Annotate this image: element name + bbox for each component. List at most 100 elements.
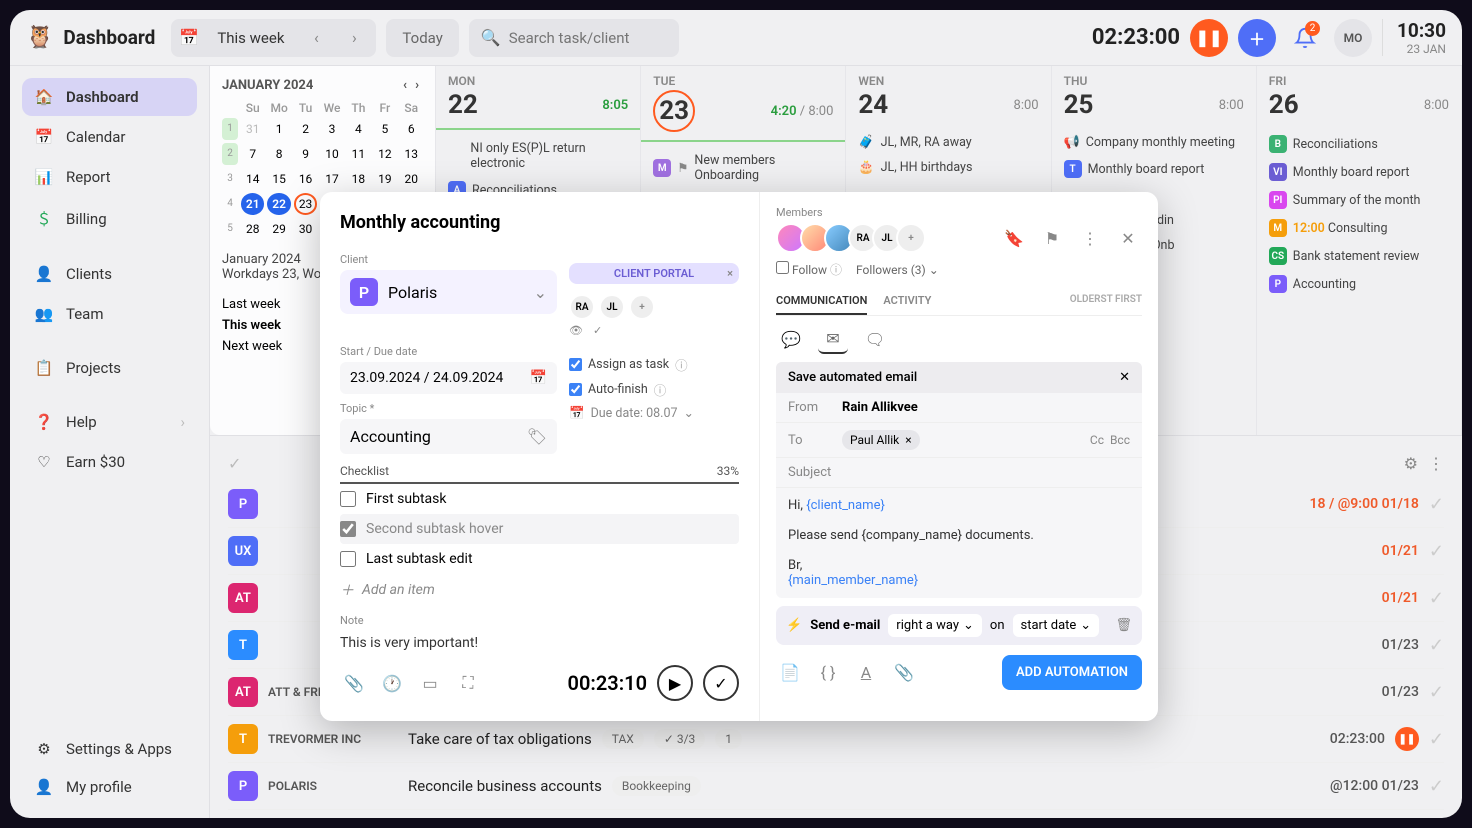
nav-projects[interactable]: 📋Projects — [22, 349, 197, 387]
checklist-item[interactable]: Second subtask hover — [340, 514, 739, 544]
followers-link[interactable]: Followers (3) ⌄ — [856, 263, 939, 277]
search-box[interactable]: 🔍 — [469, 19, 679, 57]
calendar-event[interactable]: NI only ES(P)L return electronic — [444, 138, 632, 174]
calendar-event[interactable]: M12:00 Consulting — [1265, 216, 1453, 240]
calendar-event[interactable]: 🎂JL, HH birthdays — [854, 157, 1042, 178]
search-input[interactable] — [509, 29, 667, 47]
bookmark-icon[interactable]: 🔖 — [1000, 229, 1028, 248]
close-modal-icon[interactable]: ✕ — [1114, 229, 1142, 248]
complete-icon[interactable]: ✓ — [1429, 635, 1444, 656]
complete-icon[interactable]: ✓ — [1429, 494, 1444, 515]
mini-prev[interactable]: ‹ — [399, 78, 411, 93]
date-input[interactable]: 23.09.2024 / 24.09.2024📅 — [340, 362, 557, 394]
calendar-day[interactable]: 9 — [294, 143, 317, 165]
nav-settings[interactable]: ⚙Settings & Apps — [22, 730, 197, 768]
calendar-event[interactable]: BReconciliations — [1265, 132, 1453, 156]
calendar-day[interactable]: 8 — [267, 143, 290, 165]
mini-next[interactable]: › — [411, 78, 423, 93]
calendar-day[interactable]: 12 — [373, 143, 396, 165]
checklist-item[interactable]: First subtask — [340, 484, 739, 514]
calendar-day[interactable]: 20 — [400, 168, 423, 190]
calendar-day[interactable]: 28 — [241, 218, 264, 240]
calendar-event[interactable]: PISummary of the month — [1265, 188, 1453, 212]
cc-link[interactable]: Cc — [1090, 433, 1104, 447]
calendar-day[interactable]: 23 — [294, 193, 317, 215]
calendar-day[interactable]: 22 — [267, 193, 290, 215]
remove-icon[interactable]: × — [905, 433, 911, 447]
nav-dashboard[interactable]: 🏠Dashboard — [22, 78, 197, 116]
add-member-icon[interactable]: + — [896, 223, 926, 253]
delete-icon[interactable]: 🗑 — [1115, 618, 1132, 633]
calendar-day[interactable]: 16 — [294, 168, 317, 190]
chat-icon[interactable]: 🗨 — [860, 324, 890, 354]
date-select[interactable]: start date ⌄ — [1013, 614, 1100, 637]
task-row[interactable]: P POLARIS Reconcile business accounts Bo… — [228, 763, 1444, 810]
recipient-chip[interactable]: Paul Allik× — [842, 430, 920, 450]
label-icon[interactable]: ▭ — [416, 669, 444, 697]
info-icon[interactable]: ⓘ — [654, 380, 667, 399]
check-all-icon[interactable]: ✓ — [228, 454, 241, 473]
complete-icon[interactable]: ✓ — [1429, 682, 1444, 703]
task-row[interactable]: T TREVORMER INC Take care of tax obligat… — [228, 716, 1444, 763]
prev-week-button[interactable]: ‹ — [302, 24, 330, 52]
next-week-button[interactable]: › — [340, 24, 368, 52]
nav-team[interactable]: 👥Team — [22, 295, 197, 333]
check-icon[interactable]: ✓ — [593, 324, 602, 337]
add-automation-button[interactable]: ADD AUTOMATION — [1002, 655, 1142, 690]
calendar-event[interactable]: CSBank statement review — [1265, 244, 1453, 268]
when-select[interactable]: right a way ⌄ — [888, 614, 982, 637]
calendar-day[interactable]: 14 — [241, 168, 264, 190]
notifications-button[interactable]: 2 — [1286, 19, 1324, 57]
calendar-day[interactable]: 2 — [294, 118, 317, 140]
eye-icon[interactable]: 👁 — [569, 324, 583, 337]
calendar-event[interactable]: 🧳JL, MR, RA away — [854, 132, 1042, 153]
topic-select[interactable]: Accounting🏷 — [340, 419, 557, 454]
calendar-day[interactable]: 30 — [294, 218, 317, 240]
info-icon[interactable]: ⓘ — [830, 263, 842, 277]
calendar-day[interactable]: 15 — [267, 168, 290, 190]
auto-finish-checkbox[interactable] — [569, 383, 582, 396]
info-icon[interactable]: ⓘ — [675, 355, 688, 374]
nav-profile[interactable]: 👤My profile — [22, 768, 197, 806]
close-icon[interactable]: × — [727, 267, 733, 280]
calendar-day[interactable]: 17 — [320, 168, 343, 190]
calendar-day[interactable]: 31 — [241, 118, 264, 140]
comment-icon[interactable]: 💬 — [776, 324, 806, 354]
complete-icon[interactable]: ✓ — [1429, 541, 1444, 562]
calendar-day[interactable]: 4 — [347, 118, 370, 140]
add-checklist-item[interactable]: ＋Add an item — [340, 574, 739, 606]
calendar-day[interactable]: 11 — [347, 143, 370, 165]
more-icon[interactable]: ⋮ — [1076, 229, 1104, 248]
calendar-day[interactable]: 19 — [373, 168, 396, 190]
calendar-day[interactable]: 18 — [347, 168, 370, 190]
calendar-event[interactable]: TMonthly board report — [1060, 157, 1248, 181]
calendar-day[interactable]: 3 — [320, 118, 343, 140]
tab-activity[interactable]: ACTIVITY — [883, 288, 931, 315]
calendar-day[interactable]: 7 — [241, 143, 264, 165]
tab-communication[interactable]: COMMUNICATION — [776, 288, 867, 315]
follow-checkbox[interactable] — [776, 261, 789, 274]
user-avatar[interactable]: MO — [1334, 19, 1372, 57]
flag-icon[interactable]: ⚑ — [1038, 229, 1066, 248]
client-portal-chip[interactable]: CLIENT PORTAL× — [569, 263, 739, 284]
play-button[interactable]: ▶ — [657, 665, 693, 701]
week-picker[interactable]: 📅 This week ‹ › — [171, 19, 376, 57]
attach-icon[interactable]: 📎 — [340, 669, 368, 697]
clock-icon[interactable]: 🕐 — [378, 669, 406, 697]
assign-task-checkbox[interactable] — [569, 358, 582, 371]
checklist-item[interactable]: Last subtask edit — [340, 544, 739, 574]
calendar-event[interactable]: VIMonthly board report — [1265, 160, 1453, 184]
attach-icon[interactable]: 📎 — [890, 659, 918, 687]
complete-icon[interactable]: ✓ — [1429, 776, 1444, 797]
nav-earn[interactable]: ♡Earn $30 — [22, 443, 197, 481]
filter-icon[interactable]: ⚙ — [1404, 454, 1418, 473]
more-icon[interactable]: ⋮ — [1428, 454, 1444, 473]
calendar-event[interactable]: 📢Company monthly meeting — [1060, 132, 1248, 153]
subject-input[interactable]: Subject — [788, 465, 831, 480]
email-icon[interactable]: ✉ — [818, 324, 848, 354]
sort-oldest[interactable]: OLDERST FIRST — [1070, 288, 1142, 315]
complete-icon[interactable]: ✓ — [1429, 729, 1444, 750]
chevron-down-icon[interactable]: ⌄ — [684, 405, 694, 421]
calendar-day[interactable]: 13 — [400, 143, 423, 165]
close-email-icon[interactable]: ✕ — [1119, 370, 1130, 385]
